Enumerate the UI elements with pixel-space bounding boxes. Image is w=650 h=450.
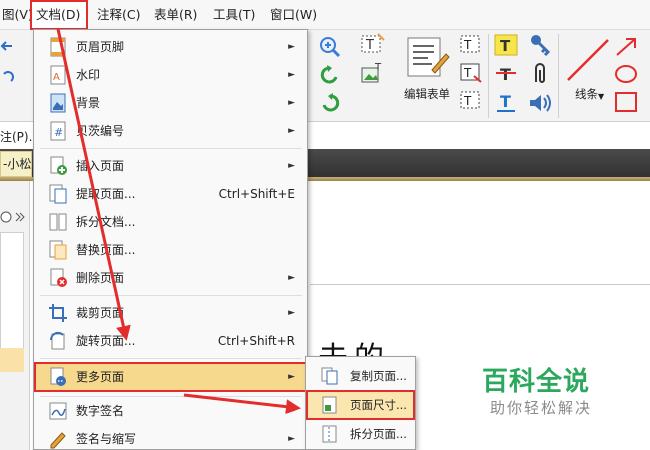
arrow-to-page-size — [183, 393, 301, 415]
watermark-subtitle: 助你轻松解决 — [490, 399, 593, 417]
arrow-to-more-pages — [56, 28, 131, 341]
site-watermark: 百科全说 助你轻松解决 — [458, 359, 628, 419]
watermark-title: 百科全说 — [482, 367, 591, 397]
